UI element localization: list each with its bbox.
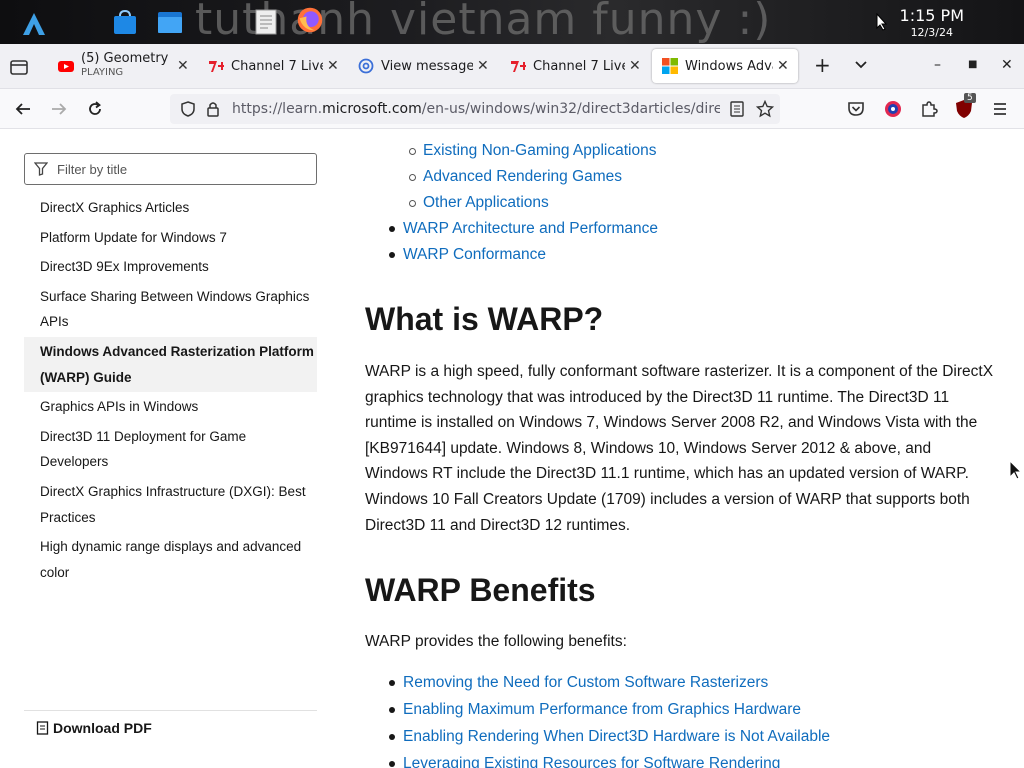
navigation-toolbar: https://learn.microsoft.com/en-us/window… [0, 89, 1024, 129]
back-button[interactable] [12, 98, 34, 120]
reader-view-icon[interactable] [729, 101, 745, 117]
link-warp-conformance[interactable]: WARP Conformance [389, 242, 658, 268]
address-bar[interactable]: https://learn.microsoft.com/en-us/window… [170, 94, 780, 124]
extensions-puzzle-icon[interactable] [919, 99, 939, 119]
clock-date: 12/3/24 [910, 26, 953, 39]
lock-icon[interactable] [206, 101, 220, 117]
close-tab-icon[interactable]: ✕ [629, 58, 641, 74]
at-sign-icon [358, 58, 374, 74]
close-tab-icon[interactable]: ✕ [477, 58, 489, 74]
toc-list: DirectX Graphics Articles Platform Updat… [24, 193, 317, 587]
url-path: /en-us/windows/win32/direct3darticles/di… [421, 101, 720, 117]
url-text[interactable]: https://learn.microsoft.com/en-us/window… [232, 101, 720, 117]
store-icon[interactable] [111, 8, 139, 36]
forward-button[interactable] [48, 98, 70, 120]
reload-icon [89, 101, 101, 115]
firefox-view-icon[interactable] [8, 56, 30, 78]
benefits-list: Removing the Need for Custom Software Ra… [389, 670, 830, 768]
microsoft-icon [662, 58, 678, 74]
chevron-down-icon[interactable] [854, 60, 868, 70]
toc-item-dxgi-best-practices[interactable]: DirectX Graphics Infrastructure (DXGI): … [24, 477, 317, 532]
toc-item-graphics-apis[interactable]: Graphics APIs in Windows [24, 392, 317, 422]
channel7-icon [511, 61, 526, 72]
link-enabling-rendering[interactable]: Enabling Rendering When Direct3D Hardwar… [389, 724, 830, 750]
link-advanced-rendering-games[interactable]: Advanced Rendering Games [409, 164, 656, 190]
paragraph-what-is-warp: WARP is a high speed, fully conformant s… [365, 363, 994, 534]
mouse-cursor-icon [1009, 459, 1022, 480]
ublock-extension-button[interactable]: 5 [955, 93, 976, 119]
toc-item-direct3d-9ex[interactable]: Direct3D 9Ex Improvements [24, 252, 317, 282]
toc-item-surface-sharing[interactable]: Surface Sharing Between Windows Graphics… [24, 282, 317, 337]
toc-item-platform-update[interactable]: Platform Update for Windows 7 [24, 223, 317, 253]
youtube-icon [58, 61, 74, 72]
close-tab-icon[interactable]: ✕ [177, 58, 189, 74]
link-enabling-max-performance[interactable]: Enabling Maximum Performance from Graphi… [389, 697, 830, 723]
pdf-document-icon [36, 720, 49, 735]
notes-icon[interactable] [252, 8, 280, 36]
tab-title: Channel 7 Live [231, 58, 323, 74]
link-leveraging-resources[interactable]: Leveraging Existing Resources for Softwa… [389, 751, 830, 768]
paragraph-benefits-intro: WARP provides the following benefits: [365, 633, 627, 650]
wallpaper-text: tuthanh vietnam funny :) [195, 0, 772, 44]
url-prefix: https://learn. [232, 101, 323, 117]
close-tab-icon[interactable]: ✕ [327, 58, 339, 74]
filter-placeholder: Filter by title [57, 162, 128, 177]
link-other-applications[interactable]: Other Applications [409, 190, 656, 216]
tab-channel7-2[interactable]: Channel 7 Live ✕ [502, 49, 642, 83]
tab-strip: (5) Geometry D PLAYING ✕ Channel 7 Live … [0, 44, 1024, 89]
back-arrow-icon [15, 103, 30, 115]
heading-warp-benefits: WARP Benefits [365, 572, 596, 608]
filter-icon [34, 162, 48, 176]
forward-arrow-icon [52, 103, 67, 115]
mouse-cursor-icon [876, 13, 888, 31]
taskbar: tuthanh vietnam funny :) 1:15 PM 12/3/24 [0, 0, 1024, 44]
url-host: microsoft.com [322, 101, 422, 117]
reload-button[interactable] [84, 98, 106, 120]
firefox-icon[interactable] [296, 6, 324, 34]
toc-item-directx-graphics-articles[interactable]: DirectX Graphics Articles [24, 193, 317, 223]
link-removing-need[interactable]: Removing the Need for Custom Software Ra… [389, 670, 830, 696]
article-content: Casual Games Existing Non-Gaming Applica… [365, 129, 1005, 768]
toc-sub-list: Casual Games Existing Non-Gaming Applica… [409, 129, 656, 216]
tab-view-message[interactable]: View message ✕ [350, 49, 490, 83]
link-existing-non-gaming[interactable]: Existing Non-Gaming Applications [409, 138, 656, 164]
pocket-icon[interactable] [847, 100, 865, 118]
filter-by-title-input[interactable]: Filter by title [24, 153, 317, 185]
link-warp-architecture[interactable]: WARP Architecture and Performance [389, 216, 658, 242]
toc-sidebar: Filter by title DirectX Graphics Article… [0, 129, 340, 768]
shield-icon[interactable] [180, 101, 196, 117]
app-launcher-icon[interactable] [20, 10, 48, 38]
heading-what-is-warp: What is WARP? [365, 301, 604, 337]
tab-playing-status: PLAYING [81, 67, 124, 78]
channel7-icon [209, 61, 224, 72]
tab-title: (5) Geometry D [81, 52, 173, 66]
tab-title: Windows Adva [685, 58, 773, 74]
toc-item-hdr-displays[interactable]: High dynamic range displays and advanced… [24, 532, 317, 587]
system-clock[interactable]: 1:15 PM 12/3/24 [900, 6, 964, 39]
tab-youtube[interactable]: (5) Geometry D PLAYING ✕ [50, 49, 190, 83]
new-tab-icon[interactable]: + [814, 53, 831, 77]
tab-windows-advanced[interactable]: Windows Adva ✕ [652, 49, 798, 83]
download-pdf-label: Download PDF [53, 719, 152, 736]
extension-badge-count: 5 [964, 93, 976, 103]
toc-item-warp-guide[interactable]: Windows Advanced Rasterization Platform … [24, 336, 317, 393]
toc-item-d3d11-deployment[interactable]: Direct3D 11 Deployment for Game Develope… [24, 422, 317, 477]
download-pdf-button[interactable]: Download PDF [24, 710, 317, 744]
close-window-icon[interactable]: ✕ [1001, 57, 1013, 73]
tab-channel7-1[interactable]: Channel 7 Live ✕ [200, 49, 340, 83]
file-manager-icon[interactable] [156, 8, 184, 36]
link-casual-games[interactable]: Casual Games [409, 129, 656, 138]
close-tab-icon[interactable]: ✕ [777, 58, 789, 74]
maximize-icon[interactable]: ■ [968, 59, 977, 70]
bookmark-star-icon[interactable] [756, 100, 774, 118]
tab-title: View message [381, 58, 473, 74]
tab-title: Channel 7 Live [533, 58, 625, 74]
clock-time: 1:15 PM [899, 6, 964, 25]
hamburger-menu-icon[interactable] [992, 101, 1008, 117]
account-avatar-icon[interactable] [883, 99, 903, 119]
toc-top-list: WARP Architecture and Performance WARP C… [389, 216, 658, 268]
minimize-icon[interactable]: – [934, 57, 941, 73]
